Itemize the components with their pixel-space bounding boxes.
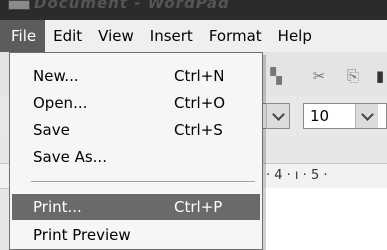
menu-item-print[interactable]: Print... Ctrl+P [12, 194, 260, 220]
cut-icon[interactable]: ✂ [311, 68, 327, 84]
menu-help[interactable]: Help [270, 20, 320, 52]
menu-item-label: Open... [33, 94, 88, 112]
menu-item-new[interactable]: New... Ctrl+N [12, 63, 260, 89]
menu-item-open[interactable]: Open... Ctrl+O [12, 90, 260, 116]
menu-item-print-preview[interactable]: Print Preview [12, 222, 260, 248]
menu-separator [31, 181, 255, 183]
font-name-dropdown-button[interactable] [266, 104, 289, 128]
file-menu-dropdown: New... Ctrl+N Open... Ctrl+O Save Ctrl+S… [9, 52, 263, 250]
menu-item-label: Print... [33, 198, 82, 216]
font-size-dropdown-button[interactable] [355, 104, 378, 128]
app-icon [8, 0, 30, 10]
menu-insert[interactable]: Insert [142, 20, 201, 52]
ruler-ticks: · 4 · ı · 5 · [266, 168, 328, 183]
menu-item-save[interactable]: Save Ctrl+S [12, 117, 260, 143]
menu-view[interactable]: View [90, 20, 142, 52]
document-page[interactable] [262, 188, 387, 250]
menu-item-label: Save As... [33, 148, 107, 166]
menu-item-save-as[interactable]: Save As... [12, 144, 260, 170]
font-size-combo[interactable]: 10 [303, 103, 387, 129]
window-title: Document - WordPad [34, 0, 230, 12]
menu-item-shortcut: Ctrl+S [174, 121, 223, 139]
chevron-down-icon [271, 107, 285, 121]
menu-item-shortcut: Ctrl+P [174, 198, 223, 216]
menu-bar: File Edit View Insert Format Help [0, 20, 387, 53]
menu-item-label: Save [33, 121, 70, 139]
menu-item-label: Print Preview [33, 226, 131, 244]
menu-edit[interactable]: Edit [45, 20, 90, 52]
menu-item-shortcut: Ctrl+N [174, 67, 225, 85]
paste-icon[interactable]: ▮ [372, 68, 387, 84]
title-bar: Document - WordPad [0, 0, 387, 20]
menu-item-shortcut: Ctrl+O [174, 94, 226, 112]
menu-file[interactable]: File [0, 20, 46, 52]
font-size-value: 10 [310, 107, 330, 125]
copy-icon[interactable]: ⎘ [345, 68, 361, 84]
chevron-down-icon [360, 107, 374, 121]
print-preview-icon[interactable]: ▚ [268, 68, 284, 84]
menu-item-label: New... [33, 67, 79, 85]
menu-format[interactable]: Format [201, 20, 270, 52]
